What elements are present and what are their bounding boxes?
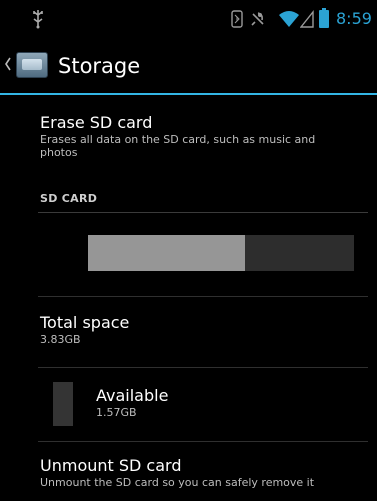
wifi-icon <box>279 11 299 27</box>
clock: 8:59 <box>336 9 372 28</box>
divider <box>38 296 368 297</box>
available-item: Available 1.57GB <box>96 386 377 419</box>
section-header-sd-card: SD CARD <box>40 192 98 205</box>
section-divider <box>38 212 368 213</box>
available-color-swatch <box>53 382 73 426</box>
back-caret-icon[interactable] <box>4 57 12 71</box>
usb-icon <box>33 10 43 29</box>
battery-icon <box>319 8 329 28</box>
unmount-sd-card-summary: Unmount the SD card so you can safely re… <box>40 476 315 489</box>
signal-icon <box>300 10 314 28</box>
status-bar: 8:59 <box>0 0 377 38</box>
unmount-sd-card-item[interactable]: Unmount SD card Unmount the SD card so y… <box>40 456 330 489</box>
total-space-title: Total space <box>40 313 130 332</box>
total-space-item: Total space 3.83GB <box>40 313 330 346</box>
total-space-value: 3.83GB <box>40 333 81 346</box>
erase-sd-card-summary: Erases all data on the SD card, such as … <box>40 133 316 159</box>
storage-usage-bar <box>88 235 354 271</box>
erase-sd-card-item[interactable]: Erase SD card Erases all data on the SD … <box>40 113 330 159</box>
divider <box>38 367 368 368</box>
available-value: 1.57GB <box>96 406 137 419</box>
erase-sd-card-title: Erase SD card <box>40 113 153 132</box>
action-bar: Storage <box>0 38 377 95</box>
mute-icon <box>251 12 264 26</box>
unmount-sd-card-title: Unmount SD card <box>40 456 182 475</box>
storage-used-fill <box>88 235 245 271</box>
bluetooth-icon <box>231 10 243 28</box>
page-title: Storage <box>58 54 141 78</box>
divider <box>38 441 368 442</box>
storage-app-icon[interactable] <box>16 52 48 78</box>
available-title: Available <box>96 386 169 405</box>
storage-settings-screen: 8:59 Storage Erase SD card Erases all da… <box>0 0 377 501</box>
